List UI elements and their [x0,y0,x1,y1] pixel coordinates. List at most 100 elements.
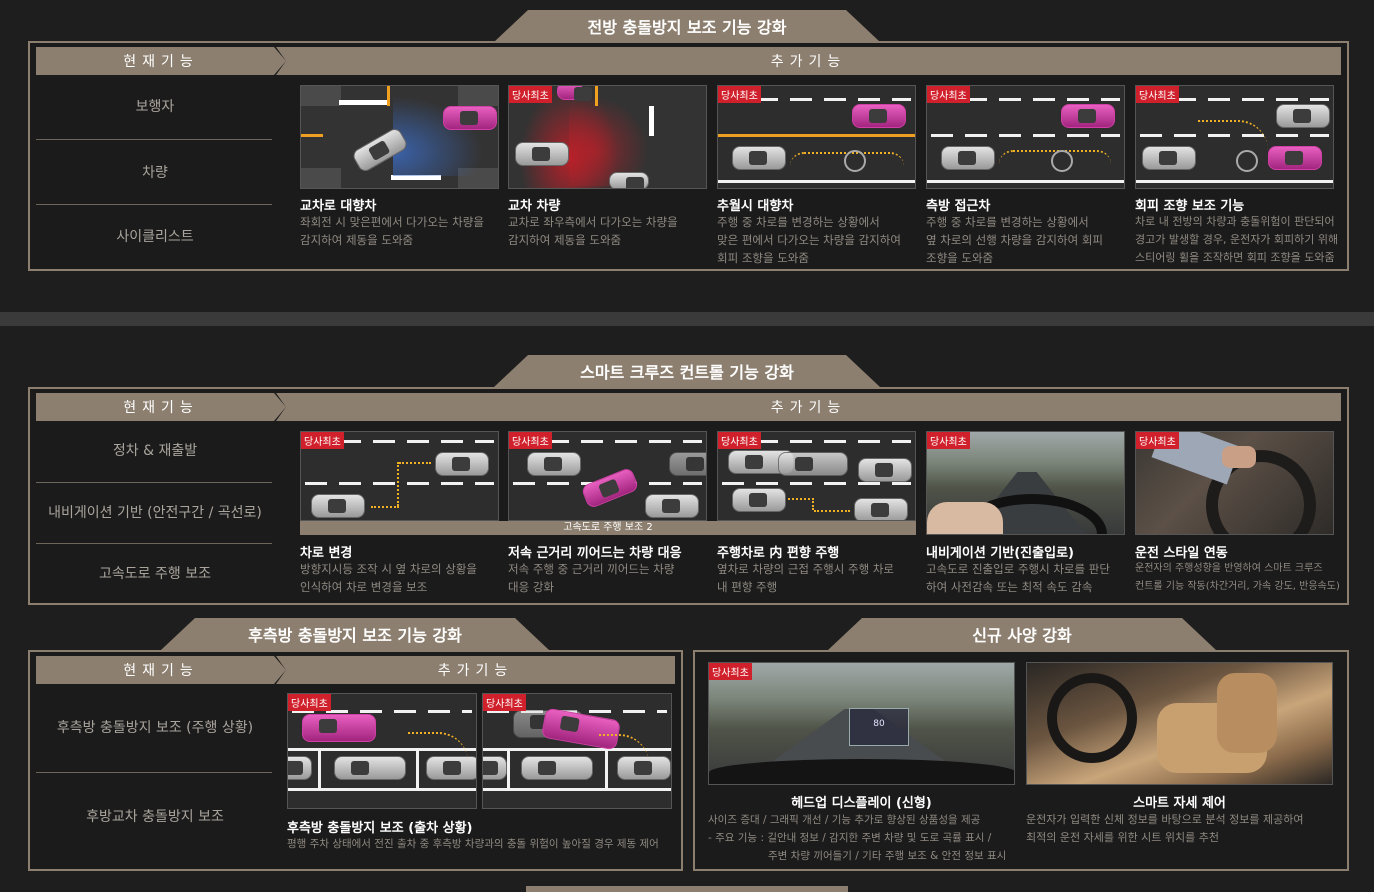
current-feature-pedestrian: 보행자 [135,99,175,115]
current-features-header: 현재기능 [36,47,286,75]
diagram-intersection-oncoming [300,85,499,189]
desc-line: 내 편향 주행 [717,580,778,594]
side-car [645,494,699,518]
ego-car [941,146,995,170]
dashboard [709,759,1014,784]
crosswalk [301,86,341,106]
ego-car [311,494,365,518]
desc-line: 운전자의 주행성향을 반영하여 스마트 크루즈 [1135,563,1323,574]
first-in-company-badge: 당사최초 [509,432,552,449]
parked-car [483,756,507,780]
ego-car [334,756,406,780]
desc-line: 하여 사전감속 또는 최적 속도 감속 [926,580,1093,594]
first-in-company-badge: 당사최초 [718,432,761,449]
card-title: 내비게이션 기반(진출입로) [926,546,1074,561]
desc-line: 주변 차량 끼어들기 / 기타 주행 보조 & 안전 정보 표시 [768,850,1007,862]
desc-line: 조향을 도와줌 [926,251,994,265]
next-section-tab [526,886,848,892]
card-title: 교차 차량 [508,199,561,214]
section-separator [0,312,1374,326]
card-title: 측방 접근차 [926,199,991,214]
desc-line: 운전자가 입력한 신체 정보를 바탕으로 분석 정보를 제공하여 [1026,813,1304,826]
desc-line: 최적의 운전 자세를 위한 시트 위치를 추천 [1026,831,1220,844]
target-car [1276,104,1330,128]
first-in-company-badge: 당사최초 [483,694,526,711]
desc-line: 고속도로 진출입로 주행시 차로를 판단 [926,562,1110,576]
desc-line: 경고가 발생할 경우, 운전자가 회피하기 위해 [1135,233,1339,246]
crossing-car-bottom [609,172,649,188]
card-title: 운전 스타일 연동 [1135,546,1228,561]
divider [36,204,272,205]
ego-car [1142,146,1196,170]
lane-marking [722,482,911,485]
first-in-company-badge: 당사최초 [301,432,344,449]
card-title: 후측방 충돌방지 보조 (출차 상황) [287,821,473,836]
road-edge [718,180,915,183]
lane-marking [305,482,494,485]
path-arrow [371,506,399,508]
first-in-company-badge: 당사최초 [718,86,761,103]
ego-car [732,488,786,512]
obstacle-car [1268,146,1322,170]
driver-hand [1222,446,1256,468]
hud-overlay: 80 [849,708,909,746]
path-arrow [397,462,399,506]
card-title: 추월시 대향차 [717,199,794,214]
approaching-car [302,714,376,742]
steering-icon [844,150,866,172]
first-in-company-badge: 당사최초 [288,694,331,711]
section-title-rear-side-collision: 후측방 충돌방지 보조 기능 강화 [161,618,549,650]
parking-line [483,788,671,791]
current-feature-cyclist: 사이클리스트 [116,229,194,245]
parking-line [288,788,476,791]
steering-icon [1236,150,1258,172]
center-line [595,86,598,106]
hud-title: 헤드업 디스플레이 (신형) [791,796,932,811]
stop-line [649,106,654,136]
truck [778,452,848,476]
current-feature-highway-assist: 고속도로 주행 보조 [99,566,211,582]
first-in-company-badge: 당사최초 [927,432,970,449]
first-in-company-badge: 당사최초 [709,663,752,680]
added-features-header: 추가기능 [276,656,675,684]
current-feature-stop-go: 정차 & 재출발 [112,443,198,459]
path-arrow [788,498,814,500]
desc-line: 스티어링 휠을 조작하면 회피 조향을 도와줌 [1135,251,1335,264]
driver-hand [927,502,1003,534]
road-edge [1136,180,1333,183]
desc-line: 사이즈 증대 / 그래픽 개선 / 기능 추가로 향상된 상품성을 제공 [708,814,981,826]
parking-divider [507,748,510,788]
first-in-company-badge: 당사최초 [509,86,552,103]
current-feature-vehicle: 차량 [142,165,168,181]
section-title-new-features: 신규 사양 강화 [828,618,1216,650]
ego-car [521,756,593,780]
smart-posture-title: 스마트 자세 제어 [1133,796,1226,811]
oncoming-car [443,106,497,130]
section-title-smart-cruise: 스마트 크루즈 컨트롤 기능 강화 [494,355,880,387]
card-desc: 방향지시등 조작 시 옆 차로의 상황을 인식하여 차로 변경을 보조 [300,560,505,596]
lane-marking [931,134,1120,137]
parked-car [669,452,706,476]
desc-line: 컨트롤 기능 작동(차간거리, 가속 강도, 반응속도) [1135,581,1340,592]
smart-posture-desc: 운전자가 입력한 신체 정보를 바탕으로 분석 정보를 제공하여 최적의 운전 … [1026,811,1344,847]
card-desc: 교차로 좌우측에서 다가오는 차량을 감지하여 제동을 도와줌 [508,213,713,249]
current-features-header: 현재기능 [36,393,286,421]
side-car [1061,104,1115,128]
desc-line: 감지하여 제동을 도와줌 [508,233,622,247]
photo-smart-posture [1026,662,1333,785]
parking-divider [318,748,321,788]
card-title: 차로 변경 [300,546,353,561]
current-feature-rear-cross: 후방교차 충돌방지 보조 [86,809,224,825]
card-title: 교차로 대향차 [300,199,377,214]
card-desc: 저속 주행 중 근거리 끼어드는 차량 대응 강화 [508,560,713,596]
card-desc: 주행 중 차로를 변경하는 상황에서 옆 차로의 선행 차량을 감지하여 회피 … [926,213,1131,267]
ego-car [515,142,569,166]
first-in-company-badge: 당사최초 [1136,86,1179,103]
parked-car [288,756,312,780]
crossing-car-top [557,86,592,101]
desc-line: 교차로 좌우측에서 다가오는 차량을 [508,215,678,229]
desc-line: 대응 강화 [508,580,554,594]
lead-car [435,452,489,476]
card-desc: 평행 주차 상태에서 전진 출차 중 후측방 차량과의 충돌 위험이 높아질 경… [287,838,659,850]
card-desc: 주행 중 차로를 변경하는 상황에서 맞은 편에서 다가오는 차량을 감지하여 … [717,213,922,267]
